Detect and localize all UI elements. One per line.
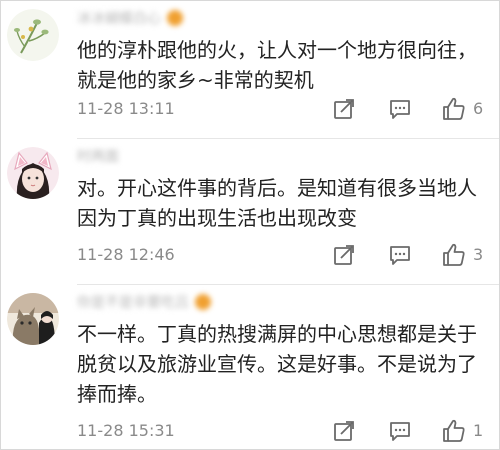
comment-meta: 11-28 13:11 6 (77, 97, 489, 121)
username[interactable]: 冰冰蝴蝶白心 (77, 9, 183, 29)
share-icon (334, 421, 354, 441)
avatar[interactable] (7, 147, 59, 199)
comment-text: 他的淳朴跟他的火，让人对一个地方很向往，就是他的家乡~非常的契机 (77, 38, 477, 92)
reply-icon (390, 422, 410, 441)
reply-icon (390, 100, 410, 119)
username[interactable]: 你是不是非要吃吕 (77, 293, 211, 313)
badge-icon (195, 294, 211, 310)
username-text: 你是不是非要吃吕 (77, 295, 189, 311)
comment-meta: 11-28 15:31 1 (77, 419, 489, 443)
reply-button[interactable] (387, 243, 413, 267)
flower-avatar-icon (7, 9, 59, 61)
share-button[interactable] (331, 419, 357, 443)
avatar[interactable] (7, 293, 59, 345)
comment-item: 冰冰蝴蝶白心 他的淳朴跟他的火，让人对一个地方很向往，就是他的家乡~非常的契机 … (1, 1, 499, 139)
share-button[interactable] (331, 97, 357, 121)
cat-photo-avatar-icon (7, 293, 59, 345)
share-icon (334, 245, 354, 265)
thumbs-up-icon (443, 243, 465, 266)
like-button[interactable] (441, 419, 467, 443)
badge-icon (167, 10, 183, 26)
comment-text: 不一样。丁真的热搜满屏的中心思想都是关于脱贫以及旅游业宣传。这是好事。不是说为了… (77, 322, 477, 406)
like-button[interactable] (441, 97, 467, 121)
like-count: 1 (473, 421, 484, 440)
reply-button[interactable] (387, 419, 413, 443)
cat-ear-girl-avatar-icon (7, 147, 59, 199)
comment-feed: 冰冰蝴蝶白心 他的淳朴跟他的火，让人对一个地方很向往，就是他的家乡~非常的契机 … (0, 0, 500, 450)
username-text: 时两面 (77, 149, 119, 165)
thumbs-up-icon (443, 419, 465, 442)
timestamp: 11-28 13:11 (77, 99, 175, 118)
avatar[interactable] (7, 9, 59, 61)
comment-item: 时两面 对。开心这件事的背后。是知道有很多当地人因为丁真的出现生活也出现改变 1… (1, 139, 499, 285)
like-count: 6 (473, 99, 484, 118)
reply-button[interactable] (387, 97, 413, 121)
share-icon (334, 99, 354, 119)
comment-text: 对。开心这件事的背后。是知道有很多当地人因为丁真的出现生活也出现改变 (77, 176, 477, 230)
comment-meta: 11-28 12:46 3 (77, 243, 489, 267)
username[interactable]: 时两面 (77, 147, 119, 167)
timestamp: 11-28 15:31 (77, 421, 175, 440)
reply-icon (390, 246, 410, 265)
like-button[interactable] (441, 243, 467, 267)
like-count: 3 (473, 245, 484, 264)
username-text: 冰冰蝴蝶白心 (77, 11, 161, 27)
comment-item: 你是不是非要吃吕 不一样。丁真的热搜满屏的中心思想都是关于脱贫以及旅游业宣传。这… (1, 285, 499, 450)
share-button[interactable] (331, 243, 357, 267)
timestamp: 11-28 12:46 (77, 245, 175, 264)
thumbs-up-icon (443, 97, 465, 120)
